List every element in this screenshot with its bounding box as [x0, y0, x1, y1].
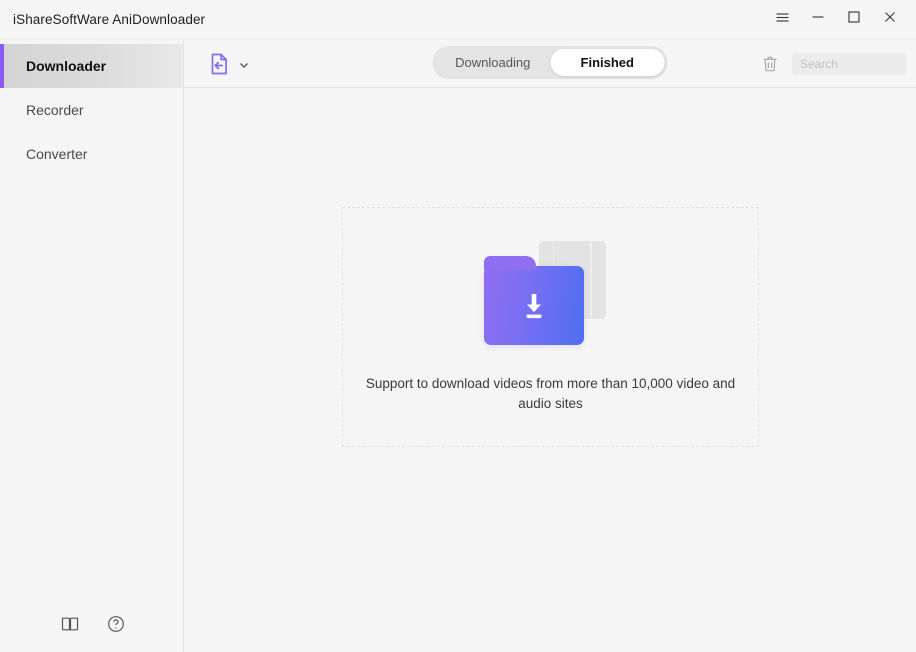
tab-label: Downloading: [455, 54, 531, 70]
body: Downloader Recorder Converter Downloadin…: [0, 40, 916, 652]
toolbar: Downloading Finished: [184, 40, 916, 88]
paste-document-icon: [208, 52, 230, 76]
content-area: Support to download videos from more tha…: [184, 88, 916, 652]
titlebar-spacer: [908, 0, 916, 40]
minimize-icon: [811, 10, 825, 29]
sidebar-item-recorder[interactable]: Recorder: [0, 88, 183, 132]
tab-switcher: Downloading Finished: [432, 45, 668, 79]
window-controls: [764, 0, 916, 40]
app-window: iShareSoftWare AniDownloader Downloader …: [0, 0, 916, 652]
toolbar-actions: [760, 52, 906, 75]
sidebar-footer: [0, 596, 183, 652]
tab-finished[interactable]: Finished: [550, 48, 665, 76]
menu-button[interactable]: [764, 0, 800, 40]
empty-state: Support to download videos from more tha…: [342, 207, 759, 447]
close-icon: [883, 10, 897, 29]
folder-shape: [483, 256, 584, 345]
close-button[interactable]: [872, 0, 908, 40]
guide-book-icon[interactable]: [60, 614, 80, 634]
download-folder-illustration: [483, 234, 618, 346]
help-icon[interactable]: [106, 614, 126, 634]
paste-url-button[interactable]: [208, 52, 250, 76]
tab-downloading[interactable]: Downloading: [436, 49, 551, 76]
hamburger-icon: [775, 10, 790, 30]
search-input[interactable]: [792, 52, 906, 75]
chevron-down-icon: [238, 58, 250, 70]
main-panel: Downloading Finished Search Support to d…: [184, 40, 916, 652]
sidebar-item-label: Converter: [26, 146, 88, 162]
tab-label: Finished: [580, 54, 634, 70]
maximize-button[interactable]: [836, 0, 872, 40]
trash-icon[interactable]: [760, 54, 780, 74]
title-bar: iShareSoftWare AniDownloader: [0, 0, 916, 40]
maximize-icon: [847, 10, 861, 29]
window-title: iShareSoftWare AniDownloader: [13, 12, 206, 27]
empty-state-caption: Support to download videos from more tha…: [365, 376, 736, 411]
sidebar-item-label: Downloader: [26, 58, 107, 74]
sidebar-item-downloader[interactable]: Downloader: [0, 44, 183, 88]
sidebar-item-label: Recorder: [26, 102, 84, 118]
folder-tab-shape: [483, 256, 536, 270]
sidebar-item-converter[interactable]: Converter: [0, 132, 183, 176]
sidebar-nav: Downloader Recorder Converter: [0, 40, 183, 176]
minimize-button[interactable]: [800, 0, 836, 40]
download-arrow-icon: [518, 289, 550, 323]
sidebar: Downloader Recorder Converter: [0, 40, 184, 652]
